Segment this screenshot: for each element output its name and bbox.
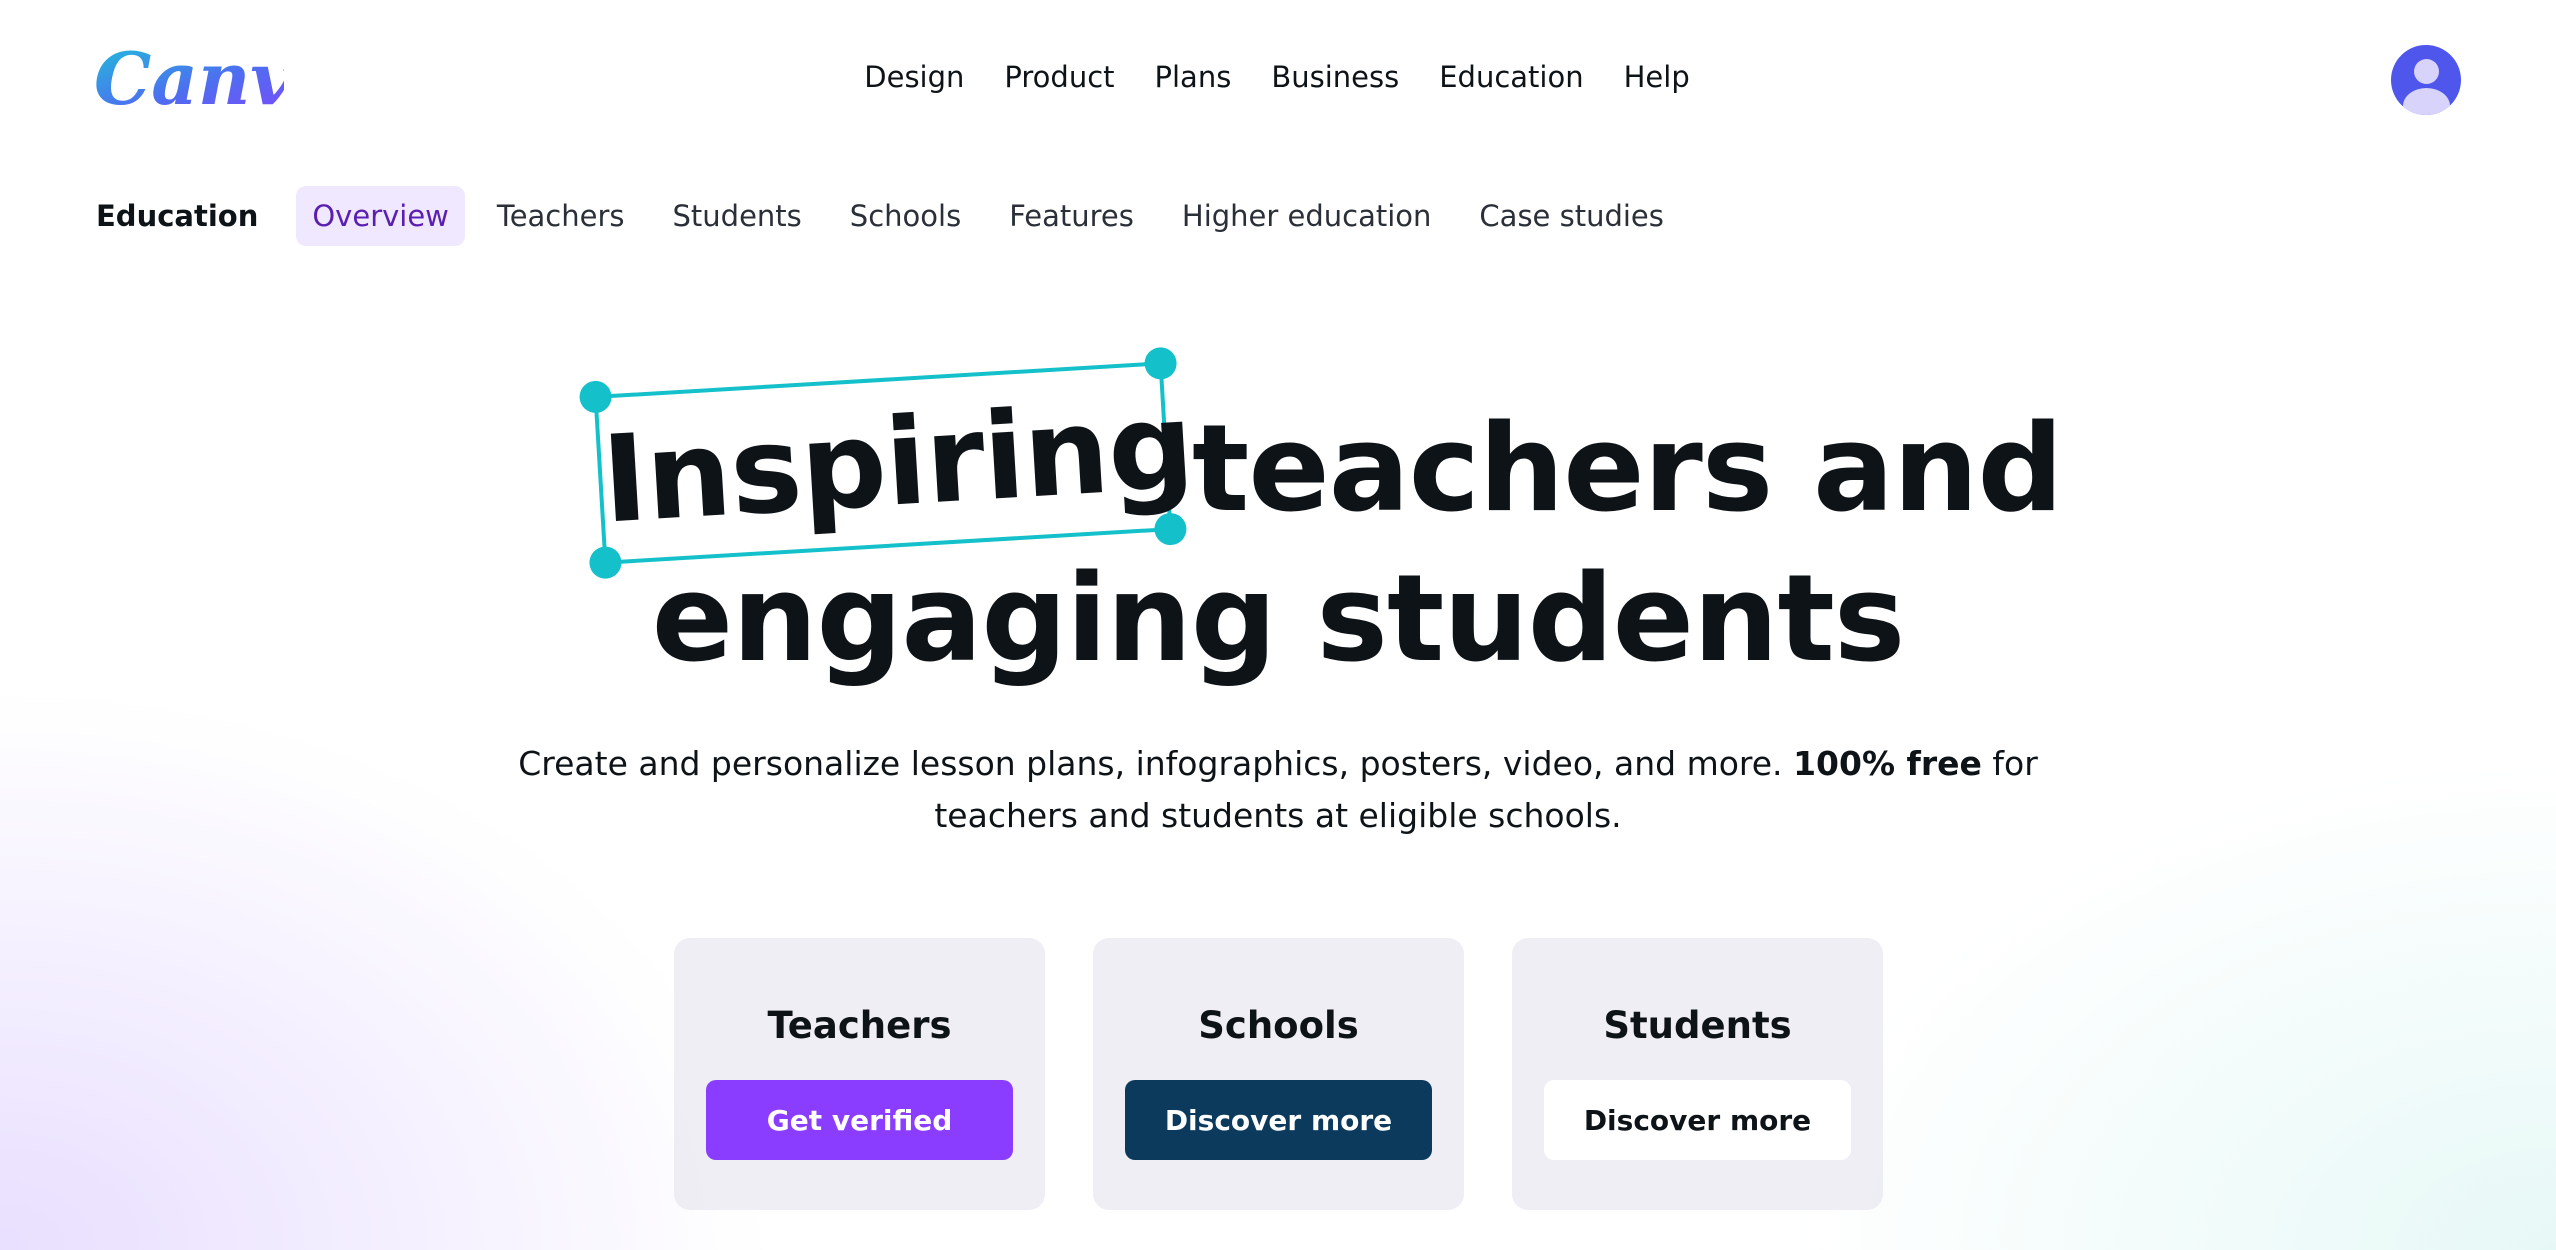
card-teachers: Teachers Get verified (674, 938, 1045, 1210)
card-schools: Schools Discover more (1093, 938, 1464, 1210)
subnav-title: Education (96, 199, 259, 233)
nav-help[interactable]: Help (1624, 56, 1690, 98)
hero-subtitle-text-end: for (1992, 744, 2038, 783)
card-students: Students Discover more (1512, 938, 1883, 1210)
card-title: Students (1603, 1004, 1792, 1047)
subnav-item-students[interactable]: Students (657, 186, 818, 246)
hero-subtitle-line-2: teachers and students at eligible school… (934, 796, 1622, 835)
avatar-body (2403, 88, 2450, 115)
nav-business[interactable]: Business (1271, 56, 1399, 98)
resize-handle-bottom-right (1153, 512, 1188, 546)
subnav-item-case-studies[interactable]: Case studies (1463, 186, 1679, 246)
hero-title-line-1-rest: teachers and (1192, 400, 2063, 539)
hero-subtitle-bold: 100% free (1793, 744, 1982, 783)
hero-highlight-word: Inspiring (598, 376, 1197, 551)
top-header: Canva Design Product Plans Business Educ… (0, 0, 2556, 162)
education-subnav: Education Overview Teachers Students Sch… (96, 184, 1696, 248)
hero-subtitle-line-1: Create and personalize lesson plans, inf… (0, 738, 2556, 790)
nav-education[interactable]: Education (1439, 56, 1583, 98)
hero-subtitle-text: Create and personalize lesson plans, inf… (518, 744, 1783, 783)
audience-cards: Teachers Get verified Schools Discover m… (674, 938, 1883, 1210)
card-title: Schools (1198, 1004, 1359, 1047)
get-verified-button[interactable]: Get verified (706, 1080, 1013, 1160)
subnav-item-features[interactable]: Features (993, 186, 1150, 246)
schools-discover-more-button[interactable]: Discover more (1125, 1080, 1432, 1160)
hero-title-line-2: engaging students (651, 550, 1906, 689)
highlight-selection-box: Inspiring (578, 346, 1197, 580)
user-avatar-icon[interactable] (2391, 45, 2461, 115)
subnav-item-schools[interactable]: Schools (834, 186, 977, 246)
nav-plans[interactable]: Plans (1155, 56, 1232, 98)
subnav-item-teachers[interactable]: Teachers (481, 186, 641, 246)
card-title: Teachers (767, 1004, 952, 1047)
hero-subtitle: Create and personalize lesson plans, inf… (0, 738, 2556, 842)
nav-product[interactable]: Product (1004, 56, 1114, 98)
main-nav: Design Product Plans Business Education … (0, 56, 2556, 98)
subnav-item-higher-education[interactable]: Higher education (1166, 186, 1448, 246)
avatar-head (2414, 59, 2439, 84)
subnav-item-overview[interactable]: Overview (296, 186, 465, 246)
students-discover-more-button[interactable]: Discover more (1544, 1080, 1851, 1160)
nav-design[interactable]: Design (864, 56, 964, 98)
